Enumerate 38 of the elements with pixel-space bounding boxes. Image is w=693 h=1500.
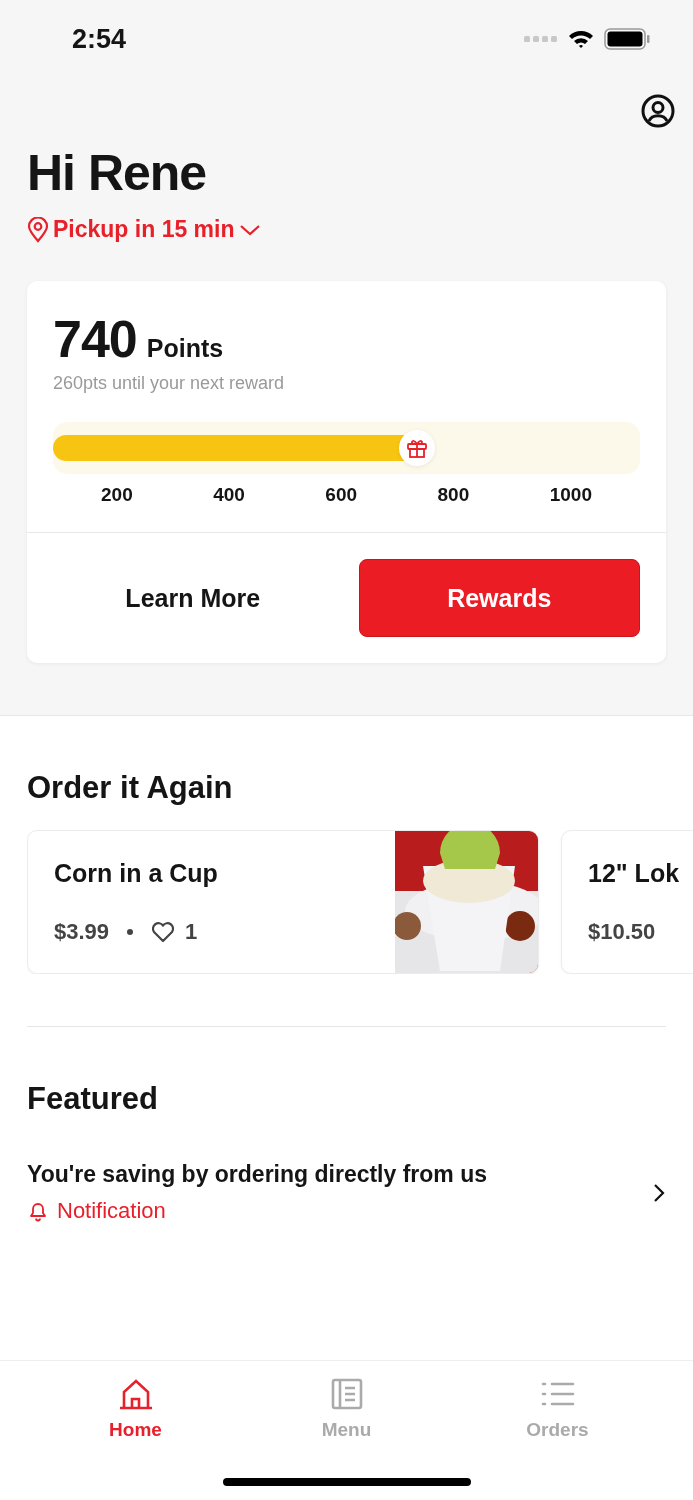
section-title: Order it Again xyxy=(27,770,234,806)
tab-item[interactable]: Orders xyxy=(452,1361,663,1500)
item-name: 12" Lok xyxy=(588,859,680,888)
separator-dot xyxy=(127,929,134,935)
tab-item[interactable]: Home xyxy=(30,1361,241,1500)
points-subtitle: 260pts until your next reward xyxy=(53,373,286,394)
battery-icon xyxy=(604,28,650,50)
house-icon xyxy=(117,1377,154,1411)
bell-icon xyxy=(27,1200,49,1222)
learn-more-button[interactable]: Learn More xyxy=(53,559,333,637)
points-value: 740 xyxy=(53,309,137,369)
location-pin-icon xyxy=(27,216,49,243)
item-price: $3.99 xyxy=(54,919,110,945)
heart-icon xyxy=(151,921,176,943)
item-name: Corn in a Cup xyxy=(54,859,219,888)
greeting-title: Hi Rene xyxy=(27,144,208,202)
points-label: Points xyxy=(146,334,224,363)
gift-icon xyxy=(398,430,435,466)
profile-icon[interactable] xyxy=(641,94,675,128)
rewards-button[interactable]: Rewards xyxy=(358,559,640,637)
tick-label: 200 xyxy=(101,484,133,506)
tab-item[interactable]: Menu xyxy=(241,1361,452,1500)
tick-label: 1000 xyxy=(549,484,592,506)
like-count: 1 xyxy=(185,919,198,945)
pickup-selector[interactable]: Pickup in 15 min xyxy=(27,216,261,243)
tick-label: 600 xyxy=(325,484,358,506)
signal-icon xyxy=(524,35,558,43)
featured-item[interactable]: You're saving by ordering directly from us Notification xyxy=(27,1161,666,1224)
section-title: Featured xyxy=(27,1081,159,1117)
tick-label: 400 xyxy=(213,484,245,506)
chevron-right-icon xyxy=(652,1181,666,1204)
chevron-down-icon xyxy=(238,222,261,237)
status-time: 2:54 xyxy=(72,23,127,55)
order-card[interactable]: Corn in a Cup $3.99 1 xyxy=(27,830,539,974)
tick-label: 800 xyxy=(437,484,470,506)
wifi-icon xyxy=(568,29,594,49)
item-price: $10.50 xyxy=(588,919,656,945)
order-card[interactable]: 12" Lok $10.50 xyxy=(561,830,693,974)
